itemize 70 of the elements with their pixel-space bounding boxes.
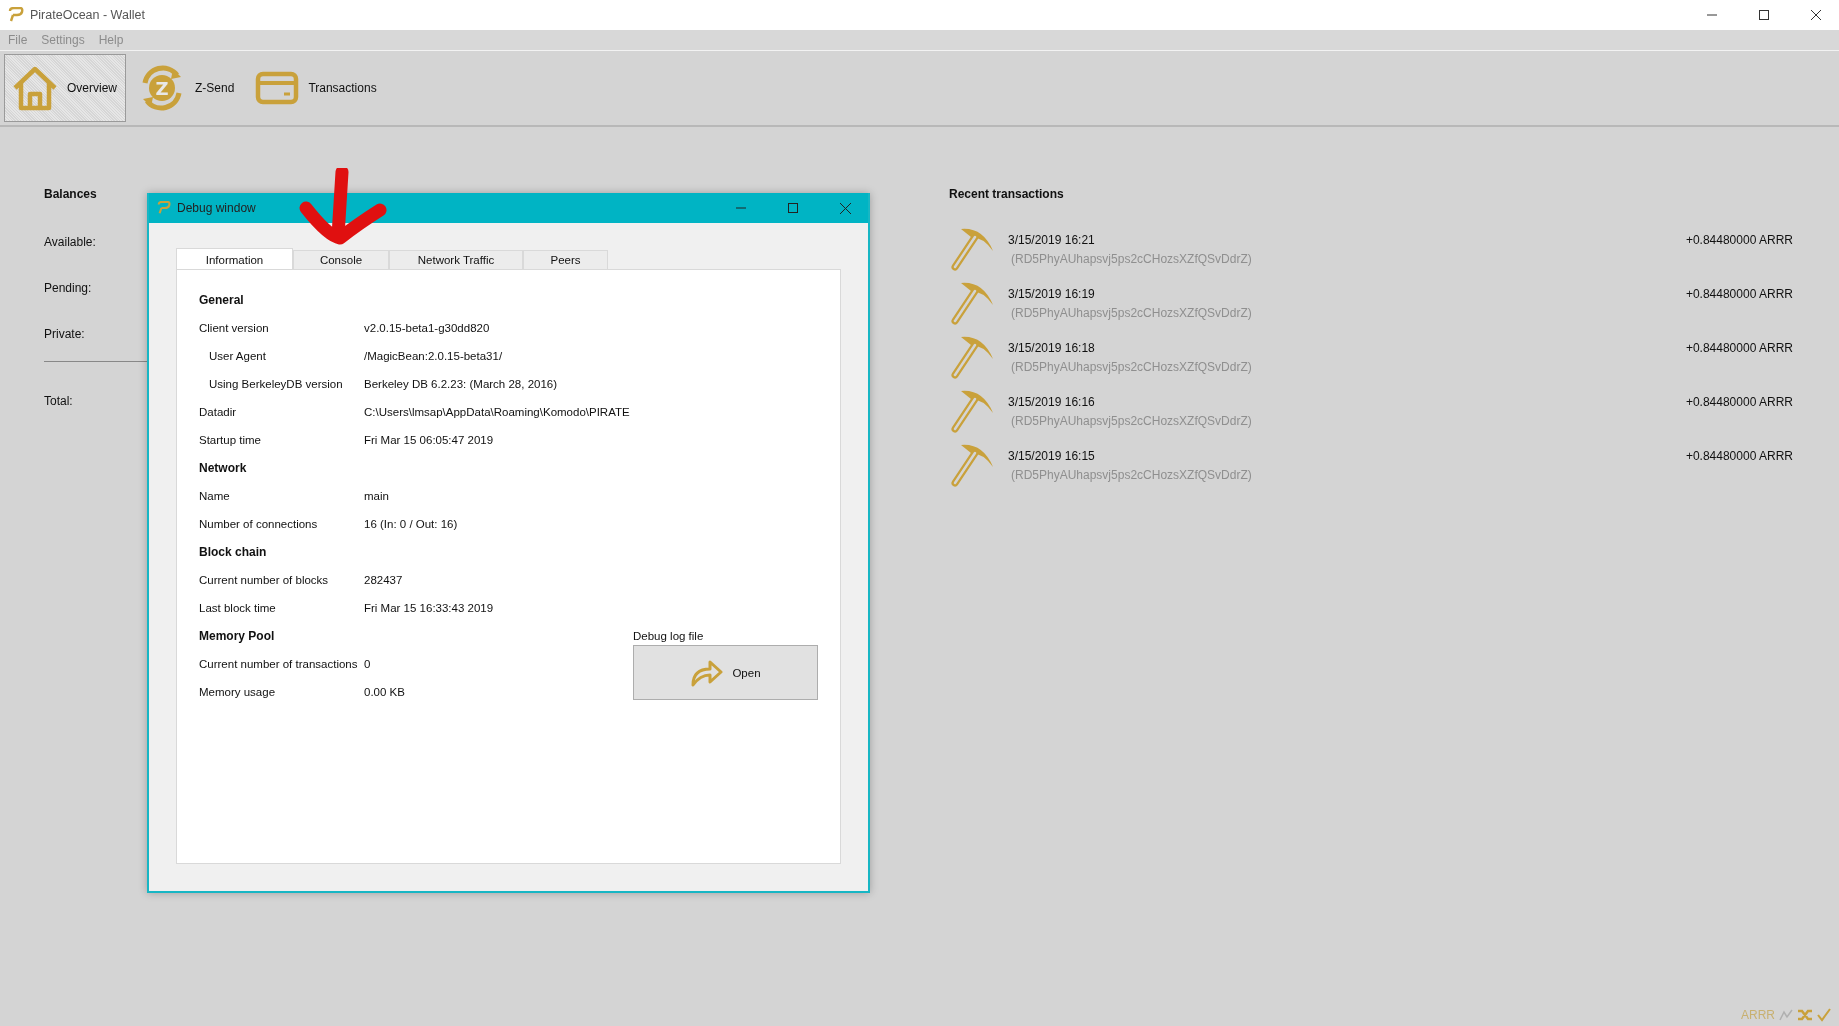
- info-label: Startup time: [199, 434, 262, 446]
- toolbar-button[interactable]: Overview: [4, 54, 126, 122]
- tab[interactable]: Peers: [523, 250, 608, 269]
- tab[interactable]: Network Traffic: [389, 250, 523, 269]
- transaction-amount: +0.84480000 ARRR: [1685, 340, 1793, 355]
- section-heading: Memory Pool: [199, 628, 276, 645]
- close-icon: [839, 202, 851, 214]
- transaction-address: (RD5PhyAUhapsvj5ps2cCHozsXZfQSvDdrZ): [1011, 252, 1253, 266]
- info-label: Using BerkeleyDB version: [208, 378, 344, 390]
- info-label: Datadir: [199, 406, 238, 418]
- open-button[interactable]: Open: [633, 645, 818, 700]
- info-value: 0.00 KB: [364, 686, 405, 698]
- section-heading: Block chain: [199, 544, 268, 561]
- info-label: Current number of transactions: [199, 658, 359, 670]
- transaction-time: 3/15/2019 16:16: [1008, 395, 1096, 409]
- maximize-icon: [788, 203, 798, 213]
- logo-icon: [157, 201, 171, 215]
- info-value: Fri Mar 15 16:33:43 2019: [364, 602, 494, 614]
- info-label: Memory usage: [199, 686, 277, 698]
- info-label: User Agent: [208, 350, 267, 362]
- balance-label: Available:: [44, 235, 96, 249]
- info-value: 282437: [364, 574, 403, 586]
- house-icon: [11, 64, 59, 112]
- info-value: Fri Mar 15 06:05:47 2019: [364, 434, 494, 446]
- logo-icon: [8, 7, 24, 23]
- window-title: PirateOcean - Wallet: [30, 8, 145, 22]
- dialog-title: Debug window: [177, 201, 256, 215]
- info-value: 16 (In: 0 / Out: 16): [364, 518, 458, 530]
- section-title: Balances: [44, 187, 97, 201]
- balance-label: Pending:: [44, 281, 92, 295]
- transaction-amount: +0.84480000 ARRR: [1685, 232, 1793, 247]
- transaction-time: 3/15/2019 16:18: [1008, 341, 1096, 355]
- transaction-amount: +0.84480000 ARRR: [1685, 286, 1793, 301]
- info-value: v2.0.15-beta1-g30dd820: [364, 322, 490, 334]
- transaction-time: 3/15/2019 16:21: [1008, 233, 1096, 247]
- transaction-amount: +0.84480000 ARRR: [1685, 448, 1793, 463]
- info-value: 0: [364, 658, 371, 670]
- transaction-time: 3/15/2019 16:15: [1008, 449, 1096, 463]
- info-label: Name: [199, 490, 231, 502]
- balance-label: Private:: [44, 327, 85, 341]
- section-heading: General: [199, 292, 245, 309]
- transaction-address: (RD5PhyAUhapsvj5ps2cCHozsXZfQSvDdrZ): [1011, 306, 1253, 320]
- check-icon: [1817, 1008, 1831, 1022]
- tab[interactable]: Console: [293, 250, 389, 269]
- section-heading: Network: [199, 460, 248, 477]
- info-value: Berkeley DB 6.2.23: (March 28, 2016): [364, 378, 558, 390]
- transaction-address: (RD5PhyAUhapsvj5ps2cCHozsXZfQSvDdrZ): [1011, 360, 1253, 374]
- info-value: main: [364, 490, 389, 502]
- currency-ticker: ARRR: [1741, 1008, 1775, 1022]
- tab[interactable]: Information: [176, 248, 293, 270]
- maximize-icon: [1759, 10, 1769, 20]
- section-title: Recent transactions: [949, 187, 1064, 201]
- toolbar-button[interactable]: Z Z-Send: [130, 54, 244, 122]
- shuffle-icon: [1797, 1008, 1813, 1022]
- transaction-address: (RD5PhyAUhapsvj5ps2cCHozsXZfQSvDdrZ): [1011, 468, 1253, 482]
- info-label: Last block time: [199, 602, 277, 614]
- info-value: C:\Users\lmsap\AppData\Roaming\Komodo\PIRATE: [364, 406, 630, 418]
- toolbar-button[interactable]: Transactions: [247, 54, 386, 122]
- share-arrow-icon: [690, 658, 725, 687]
- total-label: Total:: [44, 394, 73, 408]
- info-label: Current number of blocks: [199, 574, 330, 586]
- transaction-time: 3/15/2019 16:19: [1008, 287, 1096, 301]
- debug-log-label: Debug log file: [633, 630, 705, 642]
- transaction-amount: +0.84480000 ARRR: [1685, 394, 1793, 409]
- info-label: Number of connections: [199, 518, 319, 530]
- info-value: /MagicBean:2.0.15-beta31/: [364, 350, 503, 362]
- transaction-address: (RD5PhyAUhapsvj5ps2cCHozsXZfQSvDdrZ): [1011, 414, 1253, 428]
- network-icon: [1779, 1009, 1793, 1021]
- close-icon: [1811, 10, 1821, 20]
- info-label: Client version: [199, 322, 270, 334]
